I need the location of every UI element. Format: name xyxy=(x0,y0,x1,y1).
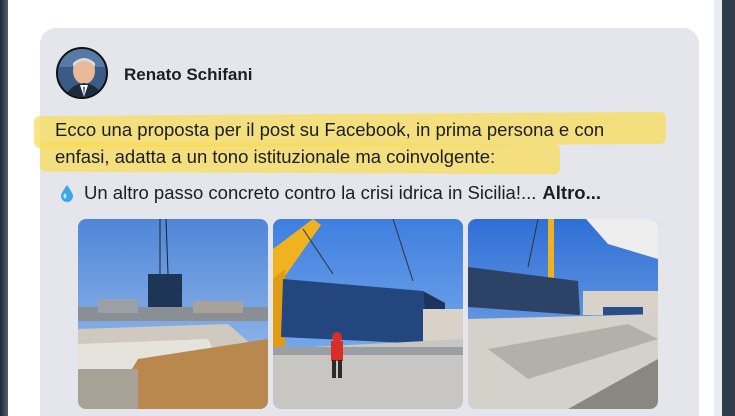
page-edge xyxy=(0,0,8,416)
scrollbar-thumb[interactable] xyxy=(714,0,722,416)
see-more-link[interactable]: Altro... xyxy=(542,182,601,204)
post-text-line: enfasi, adatta a un tono istituzionale m… xyxy=(55,146,496,167)
post-photo[interactable] xyxy=(273,219,463,409)
post-text-line: Un altro passo concreto contro la crisi … xyxy=(60,182,601,204)
water-drop-icon xyxy=(60,184,74,202)
post-text-preview: Un altro passo concreto contro la crisi … xyxy=(84,182,537,203)
post-text-line: Ecco una proposta per il post su Faceboo… xyxy=(55,119,605,140)
scrollbar[interactable] xyxy=(714,0,735,416)
avatar[interactable] xyxy=(56,47,108,99)
post-photo[interactable] xyxy=(468,219,658,409)
post-photo[interactable] xyxy=(78,219,268,409)
window-edge xyxy=(722,0,735,416)
post-author[interactable]: Renato Schifani xyxy=(124,65,252,85)
